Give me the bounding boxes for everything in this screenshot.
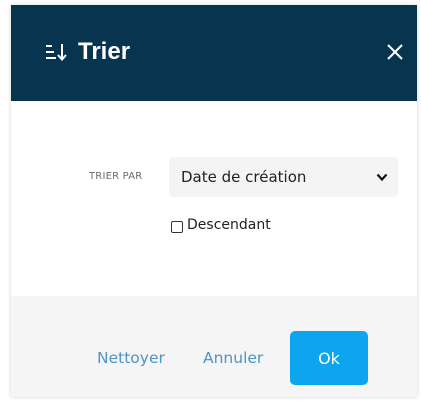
dialog-title: Trier [78, 38, 131, 65]
dialog-footer: Nettoyer Annuler Ok [11, 296, 417, 397]
sort-field-value: Date de création [181, 168, 307, 186]
cancel-button[interactable]: Annuler [203, 349, 263, 367]
descending-checkbox[interactable] [171, 221, 183, 233]
chevron-down-icon [376, 173, 388, 182]
dialog-header: Trier [11, 5, 417, 101]
ok-button[interactable]: Ok [290, 331, 368, 385]
sort-descending-icon [46, 44, 67, 62]
dialog-body: TRIER PAR Date de création Descendant [11, 101, 417, 296]
close-icon[interactable] [383, 40, 407, 64]
descending-label: Descendant [187, 217, 271, 233]
sort-by-label: TRIER PAR [89, 171, 143, 182]
sort-field-select[interactable]: Date de création [169, 157, 398, 197]
clear-button[interactable]: Nettoyer [97, 349, 165, 367]
sort-dialog: Trier TRIER PAR Date de création Descend… [11, 5, 417, 397]
